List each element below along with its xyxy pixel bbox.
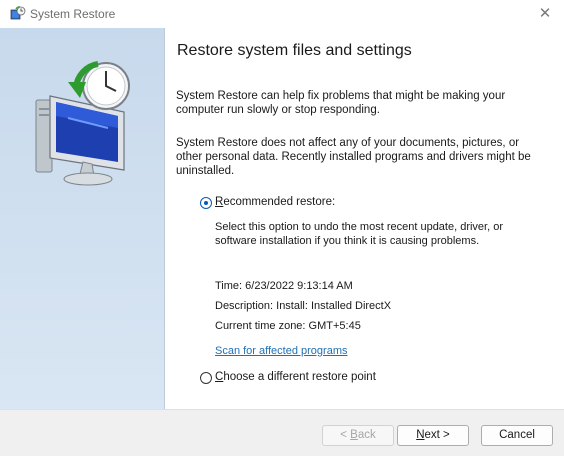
close-icon[interactable]: ✕ bbox=[534, 4, 556, 24]
choose-different-label-rest: hoose a different restore point bbox=[223, 371, 376, 383]
choose-different-radio[interactable] bbox=[200, 372, 212, 384]
recommended-restore-label-rest: ecommended restore: bbox=[223, 196, 336, 208]
recommended-description: Select this option to undo the most rece… bbox=[215, 221, 504, 247]
restore-time: Time: 6/23/2022 9:13:14 AM bbox=[215, 280, 353, 292]
restore-description: Description: Install: Installed DirectX bbox=[215, 300, 392, 312]
restore-timezone: Current time zone: GMT+5:45 bbox=[215, 320, 361, 332]
cancel-button[interactable]: Cancel bbox=[481, 425, 553, 446]
main-content: Restore system files and settings System… bbox=[165, 28, 564, 409]
next-button-accel: N bbox=[416, 429, 425, 441]
window-title: System Restore bbox=[30, 7, 116, 21]
next-button[interactable]: Next > bbox=[397, 425, 469, 446]
side-panel bbox=[0, 28, 165, 409]
back-button-pre: < bbox=[340, 429, 351, 441]
button-bar: < Back Next > Cancel bbox=[0, 409, 564, 456]
choose-different-label[interactable]: Choose a different restore point bbox=[215, 371, 376, 383]
back-button-rest: ack bbox=[357, 429, 376, 441]
system-restore-icon bbox=[10, 6, 26, 20]
recommended-restore-radio[interactable] bbox=[200, 197, 212, 209]
recommended-restore-label[interactable]: Recommended restore: bbox=[215, 196, 335, 208]
back-button-accel: B bbox=[350, 429, 358, 441]
title-bar: System Restore ✕ bbox=[0, 0, 564, 28]
scan-affected-programs-link[interactable]: Scan for affected programs bbox=[215, 345, 347, 357]
next-button-rest: ext > bbox=[424, 429, 450, 441]
back-button[interactable]: < Back bbox=[322, 425, 394, 446]
intro-paragraph: System Restore can help fix problems tha… bbox=[176, 90, 506, 116]
page-title: Restore system files and settings bbox=[177, 42, 412, 59]
computer-clock-illustration bbox=[35, 61, 130, 186]
info-paragraph: System Restore does not affect any of yo… bbox=[176, 137, 531, 177]
